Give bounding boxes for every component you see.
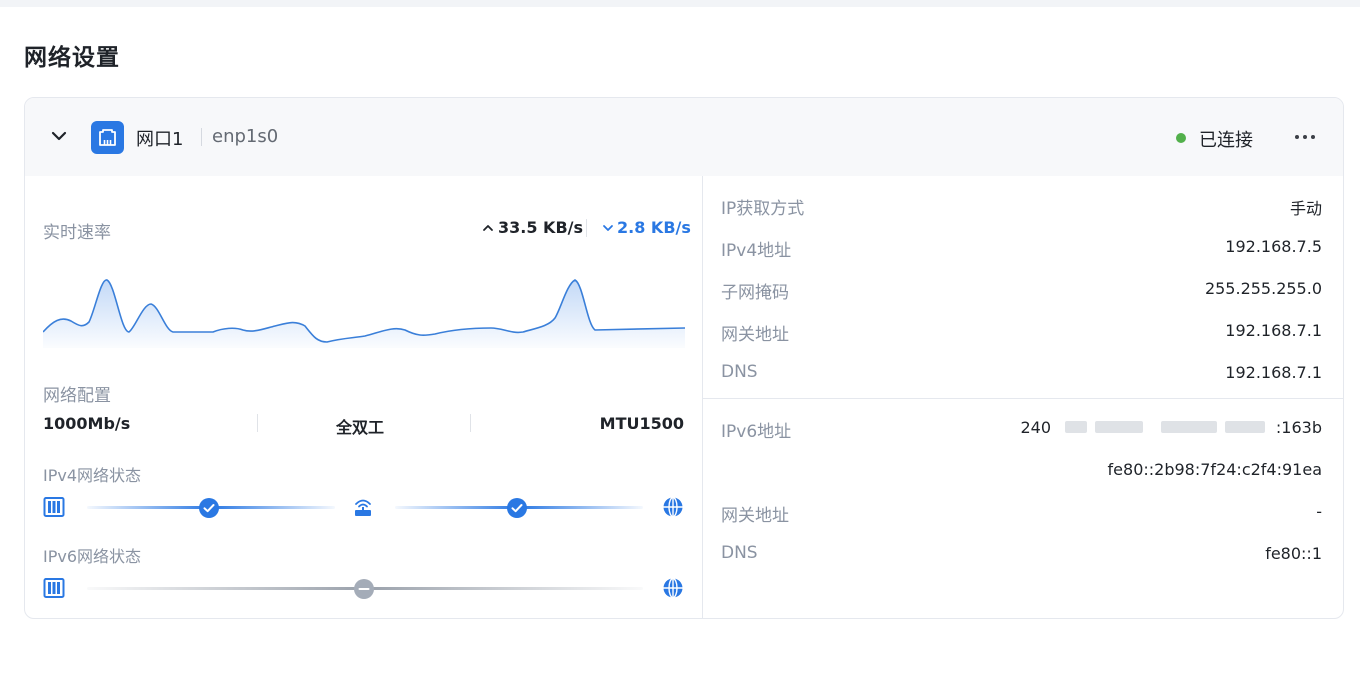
speed-divider xyxy=(586,219,587,237)
config-divider xyxy=(470,414,471,432)
config-divider xyxy=(257,414,258,432)
check-circle-icon xyxy=(507,498,527,518)
port-icon xyxy=(43,578,65,598)
ipv4-status-label: IPv4网络状态 xyxy=(43,466,142,485)
ipv6-address-suffix: :163b xyxy=(1275,418,1322,437)
speed-label: 实时速率 xyxy=(43,223,111,243)
status-dot xyxy=(1176,133,1186,143)
dns-label: DNS xyxy=(721,362,758,382)
more-options-icon[interactable] xyxy=(1291,124,1319,150)
interface-card: 网口1 enp1s0 已连接 实时速率 33.5 KB/s 2.8 KB/s 网… xyxy=(24,97,1344,619)
network-config-label: 网络配置 xyxy=(43,386,111,406)
port-icon xyxy=(43,497,65,517)
chevron-down-icon[interactable] xyxy=(49,126,69,146)
speed-chart-area xyxy=(43,279,685,348)
link-speed-value: 1000Mb/s xyxy=(43,414,131,433)
ipv4-address-label: IPv4地址 xyxy=(721,241,792,261)
gateway-value: 192.168.7.1 xyxy=(1225,321,1322,340)
redacted-blur xyxy=(1065,412,1279,442)
ipv6-gateway-value: - xyxy=(1316,502,1322,521)
ethernet-port-icon xyxy=(91,121,124,154)
connection-status: 已连接 xyxy=(1199,130,1253,151)
section-divider xyxy=(703,398,1343,399)
speed-chart xyxy=(43,279,685,348)
mtu-value: MTU1500 xyxy=(599,414,684,433)
upload-speed: 33.5 KB/s xyxy=(498,218,584,237)
interface-name: 网口1 xyxy=(136,129,184,150)
arrow-down-icon xyxy=(603,225,613,231)
download-speed: 2.8 KB/s xyxy=(617,218,691,237)
ipv6-address-label: IPv6地址 xyxy=(721,422,792,442)
ipv4-status-flow xyxy=(43,496,685,520)
globe-icon xyxy=(663,577,683,599)
ipv6-address-prefix: 240 xyxy=(1020,418,1051,437)
card-header[interactable]: 网口1 enp1s0 已连接 xyxy=(25,98,1343,176)
ipv6-dns-label: DNS xyxy=(721,543,758,563)
ipv6-status-label: IPv6网络状态 xyxy=(43,547,142,566)
ip-method-value: 手动 xyxy=(1289,199,1322,218)
page-title: 网络设置 xyxy=(24,45,120,71)
ipv6-link-local-value: fe80::2b98:7f24:c2f4:91ea xyxy=(1107,460,1322,479)
subnet-mask-label: 子网掩码 xyxy=(721,283,789,303)
subnet-mask-value: 255.255.255.0 xyxy=(1204,279,1322,298)
minus-circle-icon xyxy=(354,579,374,599)
duplex-value: 全双工 xyxy=(336,418,385,437)
header-divider xyxy=(201,128,202,146)
router-icon xyxy=(355,499,371,516)
gateway-label: 网关地址 xyxy=(721,325,789,345)
arrow-up-icon xyxy=(483,225,493,231)
globe-icon xyxy=(663,496,683,518)
ipv6-dns-value: fe80::1 xyxy=(1265,544,1322,563)
ipv4-address-value: 192.168.7.5 xyxy=(1225,237,1322,256)
ipv6-gateway-label: 网关地址 xyxy=(721,506,789,526)
check-circle-icon xyxy=(199,498,219,518)
ip-method-label: IP获取方式 xyxy=(721,199,805,219)
dns-value: 192.168.7.1 xyxy=(1225,363,1322,382)
ipv6-status-flow xyxy=(43,577,685,601)
interface-device: enp1s0 xyxy=(212,126,279,147)
top-strip xyxy=(0,0,1360,7)
